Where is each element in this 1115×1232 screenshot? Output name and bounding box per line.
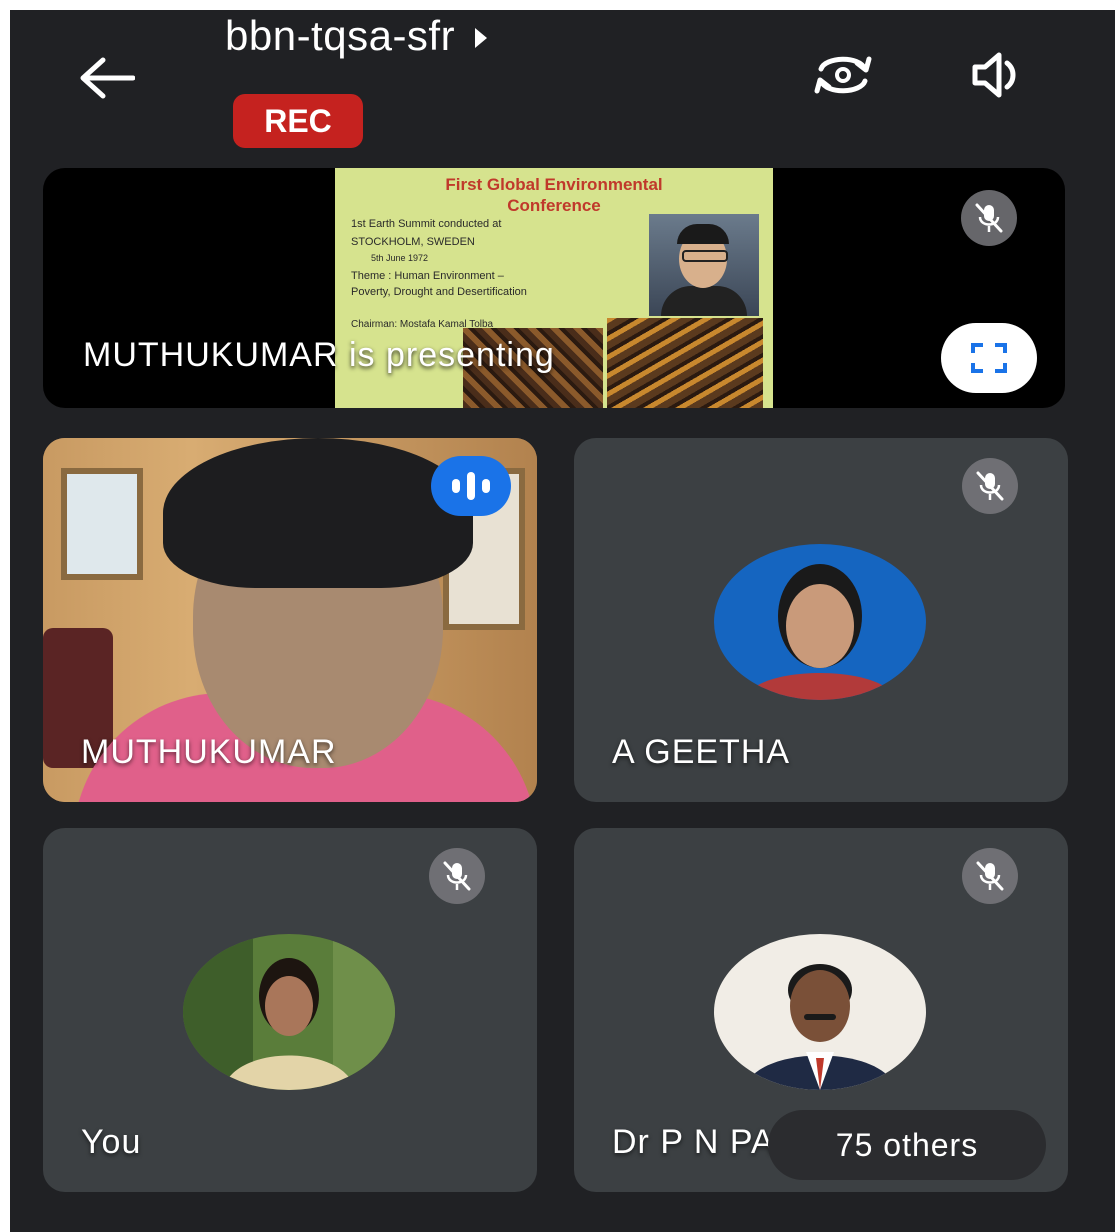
slide-text-line1: 1st Earth Summit conducted at bbox=[351, 218, 502, 230]
slide-title-line1: First Global Environmental bbox=[445, 175, 663, 194]
participant-tile-a-geetha[interactable]: A GEETHA bbox=[574, 438, 1068, 802]
slide-title-line2: Conference bbox=[507, 196, 601, 215]
others-button[interactable]: 75 others bbox=[768, 1110, 1046, 1180]
mic-status bbox=[962, 458, 1018, 514]
participant-name: A GEETHA bbox=[612, 733, 791, 771]
avatar bbox=[714, 544, 926, 700]
slide-portrait-image bbox=[649, 214, 759, 316]
mic-status bbox=[962, 848, 1018, 904]
presenter-mic-status bbox=[961, 190, 1017, 246]
participant-name: MUTHUKUMAR bbox=[81, 733, 337, 771]
slide-text-line5: Poverty, Drought and Desertification bbox=[351, 286, 527, 298]
avatar bbox=[183, 934, 395, 1090]
mic-off-icon bbox=[976, 471, 1004, 501]
rec-badge: REC bbox=[233, 94, 363, 148]
meeting-code: bbn-tqsa-sfr bbox=[225, 12, 456, 59]
fullscreen-button[interactable] bbox=[941, 323, 1037, 393]
speaking-indicator bbox=[431, 456, 511, 516]
mic-off-icon bbox=[975, 203, 1003, 233]
slide-title: First Global Environmental Conference bbox=[335, 174, 773, 216]
presentation-tile[interactable]: First Global Environmental Conference 1s… bbox=[43, 168, 1065, 408]
mic-off-icon bbox=[976, 861, 1004, 891]
mic-off-icon bbox=[443, 861, 471, 891]
fullscreen-icon bbox=[971, 343, 1007, 373]
arrow-left-icon bbox=[80, 57, 135, 99]
speaker-icon bbox=[972, 52, 1016, 98]
meeting-screen: bbn-tqsa-sfr REC First Global Environmen… bbox=[10, 10, 1115, 1232]
slide-text-line2: STOCKHOLM, SWEDEN bbox=[351, 236, 475, 248]
participant-tile-muthukumar[interactable]: MUTHUKUMAR bbox=[43, 438, 537, 802]
caret-right-icon bbox=[475, 28, 488, 48]
avatar bbox=[714, 934, 926, 1090]
participant-name: You bbox=[81, 1123, 142, 1161]
meeting-title[interactable]: bbn-tqsa-sfr bbox=[225, 12, 488, 60]
audio-output-button[interactable] bbox=[962, 40, 1032, 110]
camera-flip-button[interactable] bbox=[808, 40, 878, 110]
back-button[interactable] bbox=[72, 48, 142, 108]
presenting-label: MUTHUKUMAR is presenting bbox=[83, 336, 555, 374]
mic-status bbox=[429, 848, 485, 904]
participant-tile-you[interactable]: You bbox=[43, 828, 537, 1192]
slide-hall-image bbox=[607, 318, 763, 408]
slide-text-line4: Theme : Human Environment – bbox=[351, 270, 504, 282]
camera-flip-icon bbox=[814, 56, 872, 94]
slide-text-line3: 5th June 1972 bbox=[371, 253, 429, 263]
